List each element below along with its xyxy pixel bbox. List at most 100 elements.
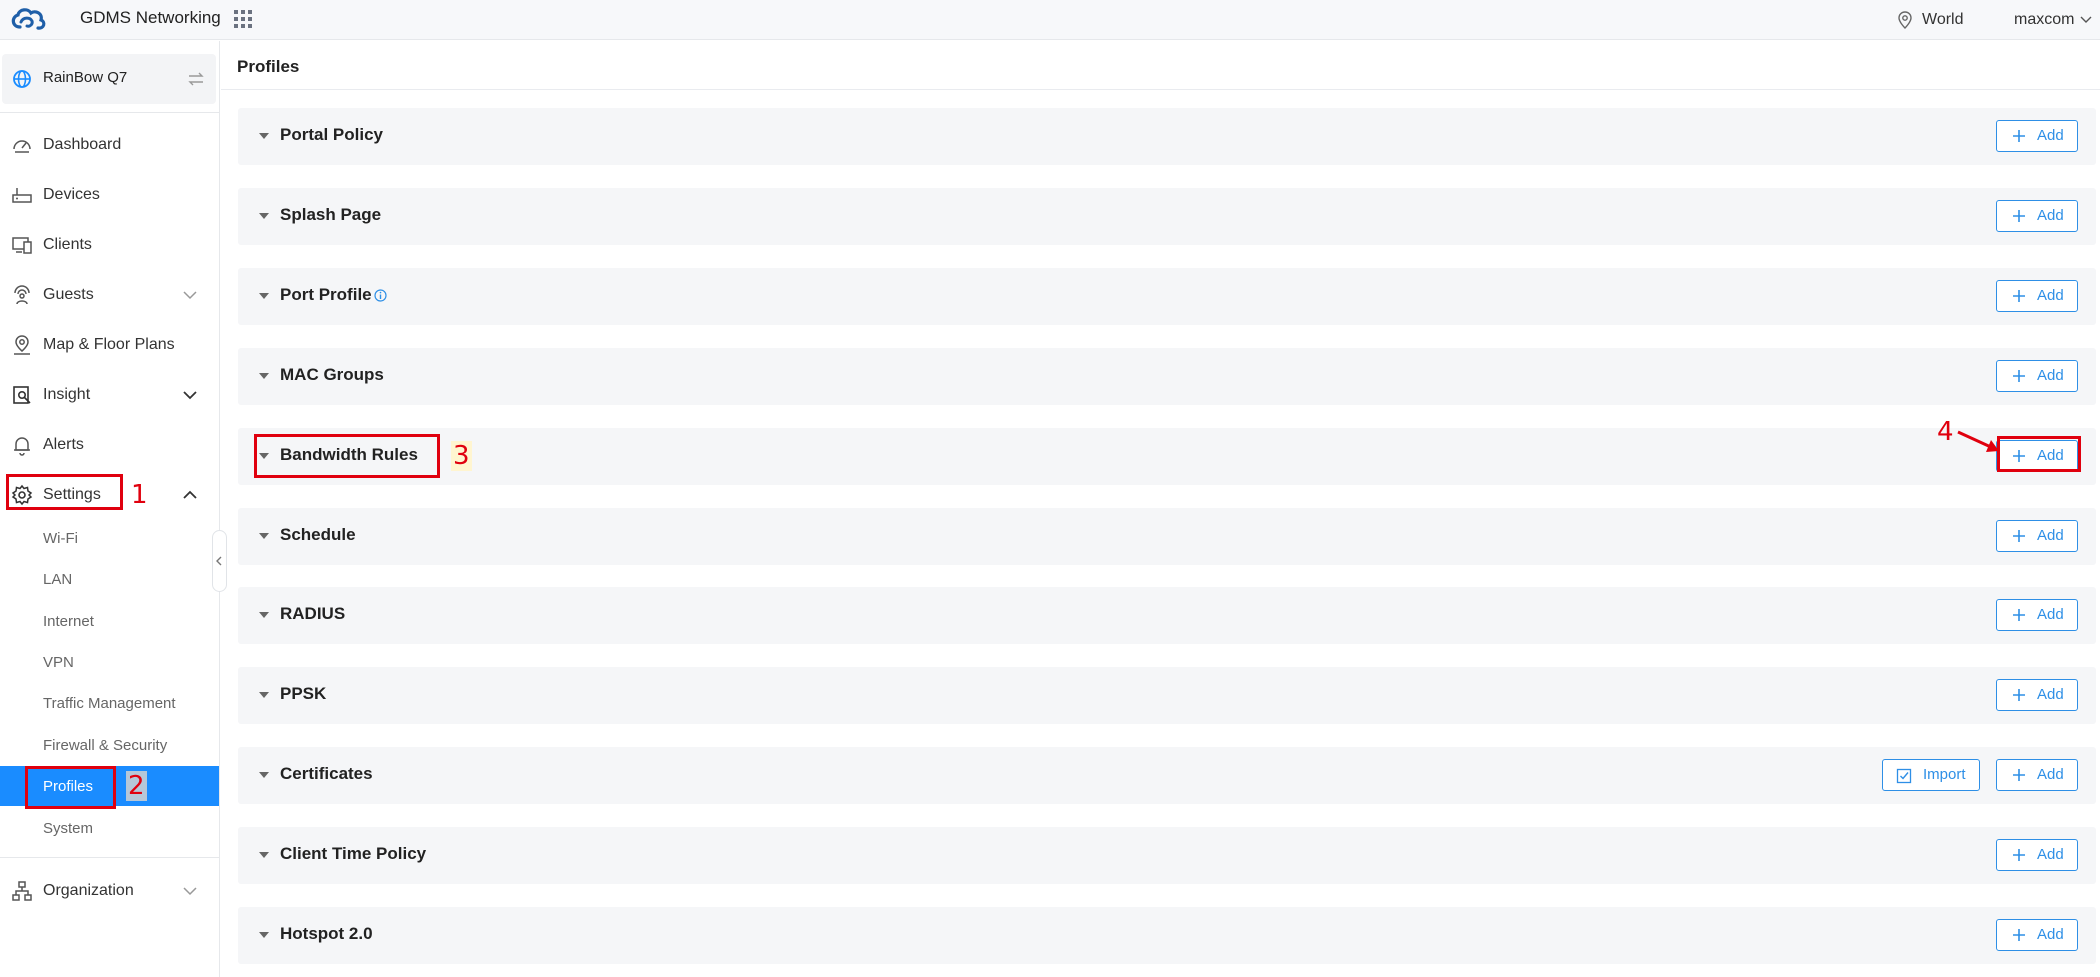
section-ppsk[interactable]: PPSK Add	[238, 667, 2096, 724]
sidebar-collapse-handle[interactable]	[212, 530, 227, 592]
annotation-box-settings	[6, 474, 123, 510]
add-button[interactable]: Add	[1996, 759, 2078, 791]
add-button[interactable]: Add	[1996, 280, 2078, 312]
guests-icon	[11, 284, 33, 306]
insight-icon	[11, 384, 33, 406]
annotation-step-4: 4	[1937, 417, 1954, 447]
section-schedule[interactable]: Schedule Add	[238, 508, 2096, 565]
plus-icon	[2013, 210, 2025, 222]
sidebar-item-insight[interactable]: Insight	[0, 371, 219, 419]
section-portal-policy[interactable]: Portal Policy Add	[238, 108, 2096, 165]
add-button[interactable]: Add	[1996, 919, 2078, 951]
location-label: World	[1922, 11, 1964, 28]
sidebar-item-label: Devices	[43, 186, 100, 203]
chevron-down-icon	[182, 388, 198, 402]
sidebar-item-label: Organization	[43, 882, 134, 899]
add-button-label: Add	[2037, 846, 2064, 863]
section-hotspot-2-0[interactable]: Hotspot 2.0 Add	[238, 907, 2096, 964]
annotation-arrow-icon	[1957, 430, 1999, 452]
plus-icon	[2013, 769, 2025, 781]
section-bandwidth-rules[interactable]: Bandwidth Rules Add	[238, 428, 2096, 485]
add-button-label: Add	[2037, 287, 2064, 304]
sidebar-subitem-internet[interactable]: Internet	[0, 601, 219, 641]
sidebar-item-organization[interactable]: Organization	[0, 867, 219, 915]
swap-icon[interactable]	[186, 69, 206, 89]
sidebar-subitem-firewall-security[interactable]: Firewall & Security	[0, 725, 219, 765]
sidebar-item-alerts[interactable]: Alerts	[0, 421, 219, 469]
caret-down-icon[interactable]	[259, 772, 269, 778]
add-button-label: Add	[2037, 127, 2064, 144]
info-icon[interactable]	[374, 289, 387, 302]
add-button[interactable]: Add	[1996, 599, 2078, 631]
section-certificates[interactable]: Certificates Import Add	[238, 747, 2096, 804]
chevron-left-icon	[216, 556, 222, 566]
import-button[interactable]: Import	[1882, 759, 1980, 791]
plus-icon	[2013, 929, 2025, 941]
section-port-profile[interactable]: Port Profile Add	[238, 268, 2096, 325]
location-selector[interactable]: World	[1898, 8, 1964, 32]
sidebar-item-guests[interactable]: Guests	[0, 271, 219, 319]
app-title: GDMS Networking	[80, 8, 221, 27]
add-button[interactable]: Add	[1996, 839, 2078, 871]
annotation-box-add-bandwidth	[1997, 436, 2081, 472]
caret-down-icon[interactable]	[259, 612, 269, 618]
add-button[interactable]: Add	[1996, 360, 2078, 392]
chevron-up-icon	[182, 488, 198, 502]
top-bar: GDMS Networking World maxcom	[0, 0, 2100, 40]
user-menu[interactable]: maxcom	[2014, 8, 2092, 32]
section-title: Splash Page	[280, 205, 382, 224]
sidebar-item-label: Clients	[43, 236, 92, 253]
sidebar-item-label: Dashboard	[43, 136, 122, 153]
sidebar-subitem-system[interactable]: System	[0, 808, 219, 848]
section-client-time-policy[interactable]: Client Time Policy Add	[238, 827, 2096, 884]
caret-down-icon[interactable]	[259, 293, 269, 299]
section-mac-groups[interactable]: MAC Groups Add	[238, 348, 2096, 405]
caret-down-icon[interactable]	[259, 533, 269, 539]
map-pin-icon	[11, 334, 33, 356]
plus-icon	[2013, 530, 2025, 542]
sidebar-subitem-wifi[interactable]: Wi-Fi	[0, 518, 219, 558]
caret-down-icon[interactable]	[259, 213, 269, 219]
router-icon	[11, 184, 33, 206]
location-pin-icon	[1898, 11, 1912, 29]
sidebar-subitem-lan[interactable]: LAN	[0, 559, 219, 599]
site-name: RainBow Q7	[43, 69, 128, 86]
sidebar-divider	[0, 857, 220, 858]
section-splash-page[interactable]: Splash Page Add	[238, 188, 2096, 245]
chevron-down-icon	[182, 884, 198, 898]
section-title: Schedule	[280, 525, 356, 544]
sidebar-item-label: Alerts	[43, 436, 84, 453]
sidebar-item-map-floor-plans[interactable]: Map & Floor Plans	[0, 321, 219, 369]
add-button[interactable]: Add	[1996, 120, 2078, 152]
add-button-label: Add	[2037, 367, 2064, 384]
sidebar-subitem-label: Wi-Fi	[43, 529, 78, 547]
caret-down-icon[interactable]	[259, 932, 269, 938]
section-radius[interactable]: RADIUS Add	[238, 587, 2096, 644]
caret-down-icon[interactable]	[259, 852, 269, 858]
sidebar-subitem-label: Firewall & Security	[43, 736, 168, 754]
plus-icon	[2013, 689, 2025, 701]
apps-grid-icon[interactable]	[234, 10, 252, 28]
sidebar-item-devices[interactable]: Devices	[0, 171, 219, 219]
sidebar-divider	[0, 112, 220, 113]
sidebar-item-dashboard[interactable]: Dashboard	[0, 121, 219, 169]
caret-down-icon[interactable]	[259, 373, 269, 379]
add-button-label: Add	[2037, 926, 2064, 943]
sidebar-subitem-traffic-management[interactable]: Traffic Management	[0, 683, 219, 723]
site-selector[interactable]: RainBow Q7	[2, 54, 216, 104]
add-button[interactable]: Add	[1996, 520, 2078, 552]
sidebar-subitem-vpn[interactable]: VPN	[0, 642, 219, 682]
caret-down-icon[interactable]	[259, 692, 269, 698]
sidebar-item-clients[interactable]: Clients	[0, 221, 219, 269]
bell-icon	[11, 434, 33, 456]
add-button[interactable]: Add	[1996, 200, 2078, 232]
annotation-box-bandwidth-rules	[254, 434, 440, 478]
caret-down-icon[interactable]	[259, 133, 269, 139]
title-divider	[221, 89, 2100, 90]
add-button[interactable]: Add	[1996, 679, 2078, 711]
globe-icon	[12, 69, 32, 89]
gdms-logo-icon[interactable]	[8, 5, 48, 33]
organization-icon	[11, 880, 33, 902]
dashboard-icon	[11, 134, 33, 156]
section-title: Port Profile	[280, 285, 372, 304]
